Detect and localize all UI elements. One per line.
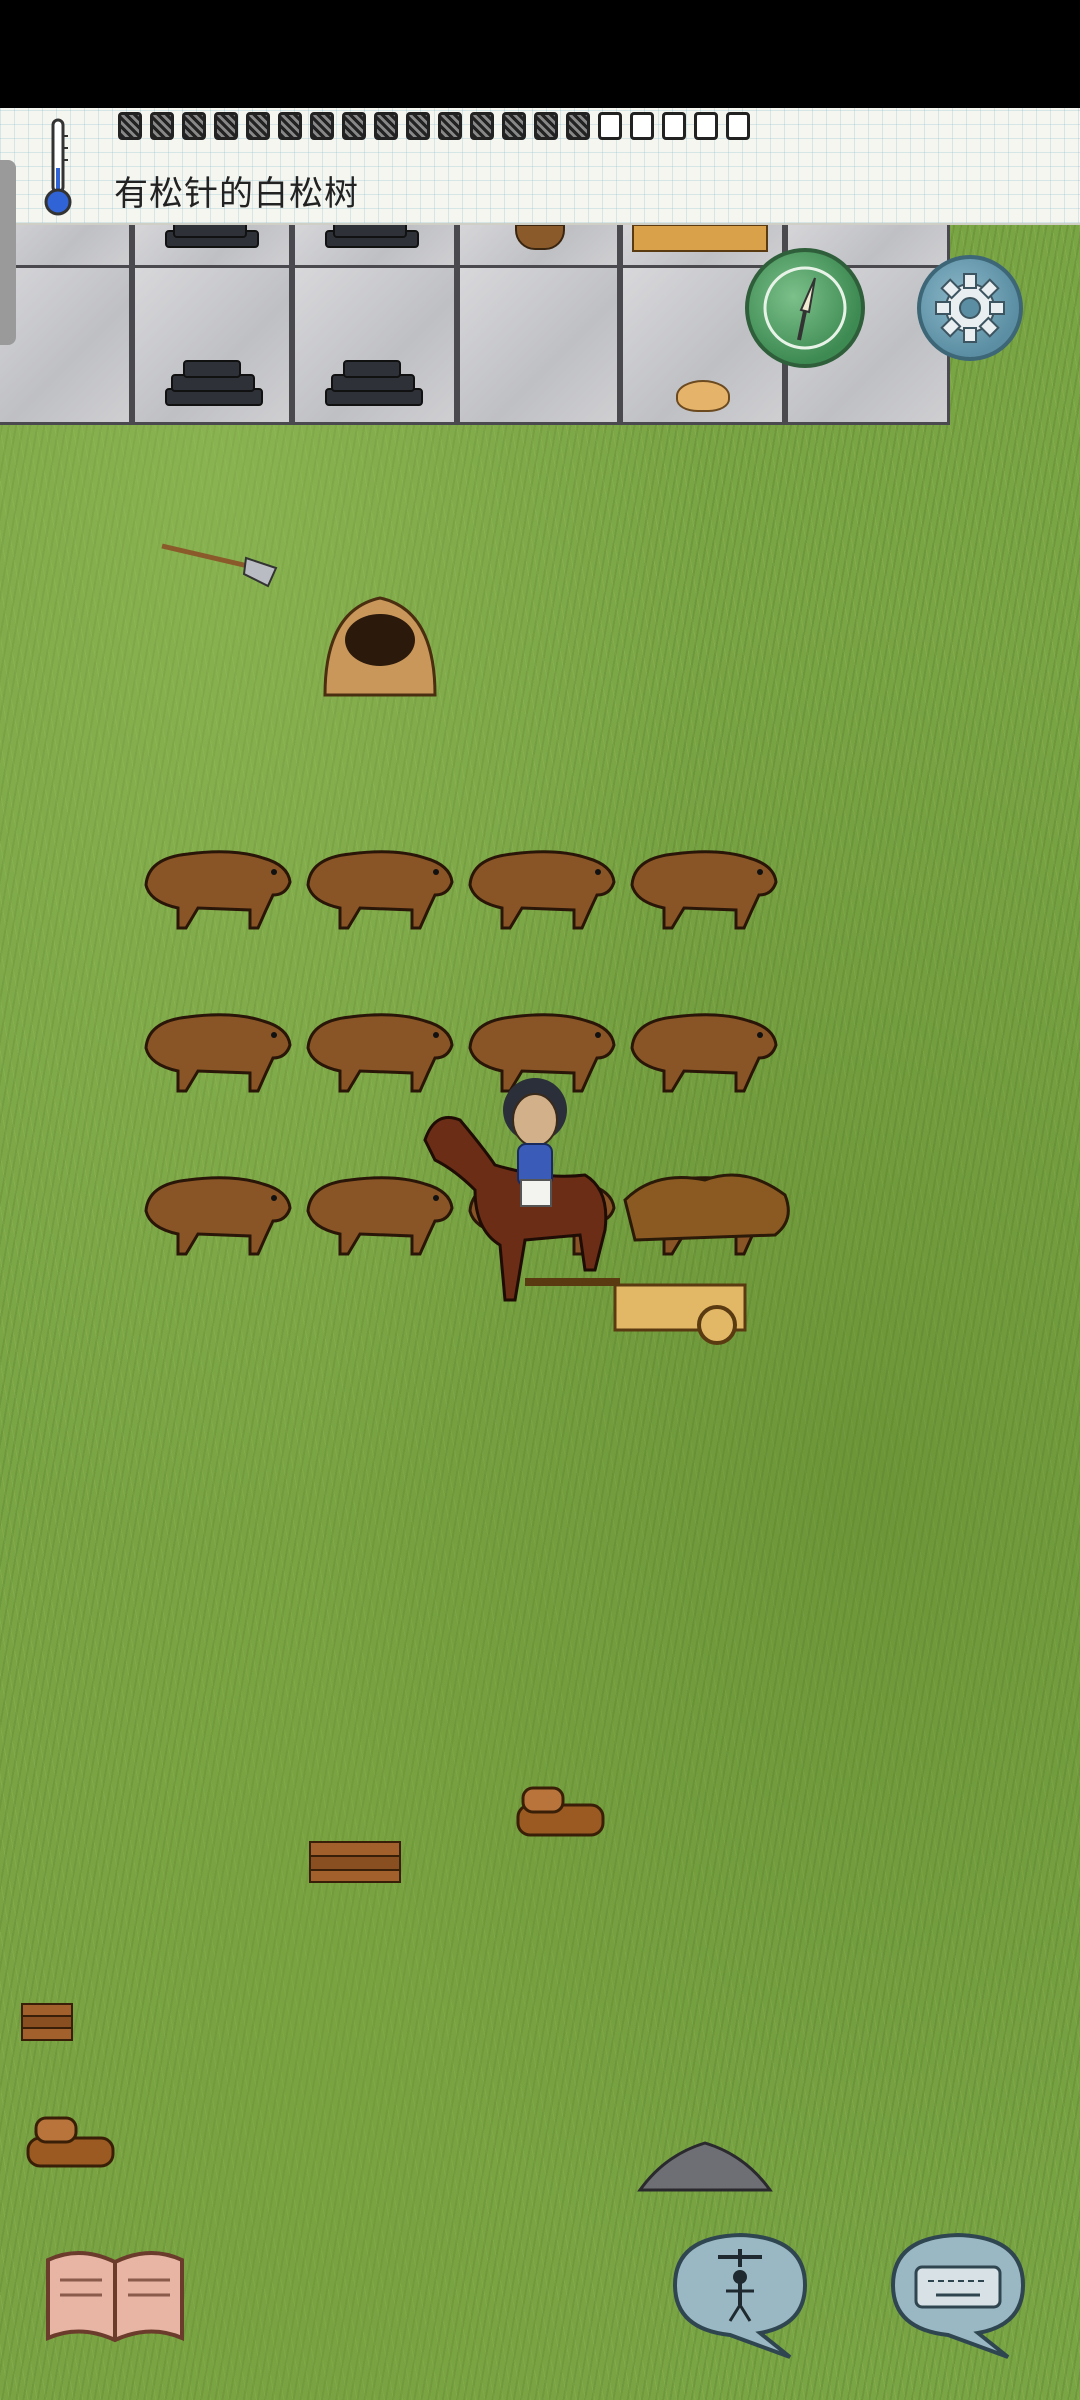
- wild-boar[interactable]: [624, 840, 779, 930]
- firewood[interactable]: [20, 2000, 76, 2048]
- gear-icon: [935, 273, 1005, 343]
- food-pip: [406, 112, 430, 140]
- status-bar: [0, 0, 1080, 108]
- shovel[interactable]: [160, 540, 280, 590]
- food-pip: [502, 112, 526, 140]
- biome-label: 有松针的白松树: [114, 174, 359, 214]
- food-pip: [470, 112, 494, 140]
- food-pip: [662, 112, 686, 140]
- firewood[interactable]: [308, 1836, 404, 1886]
- keyboard-button[interactable]: [878, 2225, 1038, 2369]
- clay-kiln[interactable]: [315, 590, 445, 700]
- book-icon: [46, 2250, 184, 2343]
- firewood[interactable]: [18, 2110, 118, 2170]
- food-pip: [118, 112, 142, 140]
- keyboard-icon: [890, 2232, 1026, 2359]
- bread-loaf[interactable]: [676, 380, 730, 412]
- wild-boar[interactable]: [462, 840, 617, 930]
- food-pip: [630, 112, 654, 140]
- wood-boards[interactable]: [632, 224, 768, 252]
- wild-boar[interactable]: [138, 1166, 293, 1256]
- wild-boar[interactable]: [138, 1003, 293, 1093]
- puppet-icon: [672, 2232, 808, 2359]
- compass-icon: [763, 266, 847, 350]
- food-pip: [278, 112, 302, 140]
- horse-cart[interactable]: [405, 1070, 800, 1350]
- food-pip: [214, 112, 238, 140]
- food-pip: [182, 112, 206, 140]
- wild-boar[interactable]: [300, 840, 455, 930]
- food-pip: [726, 112, 750, 140]
- recipe-book-button[interactable]: [40, 2240, 190, 2354]
- food-pip: [310, 112, 334, 140]
- side-drawer-tab[interactable]: [0, 160, 16, 345]
- food-pip: [694, 112, 718, 140]
- food-pip: [438, 112, 462, 140]
- wild-boar[interactable]: [138, 840, 293, 930]
- food-pip: [150, 112, 174, 140]
- charcoal-pile[interactable]: [325, 360, 423, 410]
- thermometer-icon: [44, 118, 72, 216]
- emote-button[interactable]: [660, 2225, 820, 2369]
- food-meter: [118, 112, 750, 152]
- stone-pile[interactable]: [635, 2135, 775, 2195]
- compass-button[interactable]: [745, 248, 865, 368]
- firewood[interactable]: [478, 1780, 608, 1850]
- charcoal-pile[interactable]: [165, 220, 259, 270]
- food-pip: [566, 112, 590, 140]
- food-pip: [374, 112, 398, 140]
- charcoal-pile[interactable]: [165, 360, 263, 410]
- charcoal-pile[interactable]: [325, 220, 419, 270]
- food-pip: [246, 112, 270, 140]
- food-pip: [534, 112, 558, 140]
- settings-button[interactable]: [917, 255, 1023, 361]
- food-pip: [598, 112, 622, 140]
- food-pip: [342, 112, 366, 140]
